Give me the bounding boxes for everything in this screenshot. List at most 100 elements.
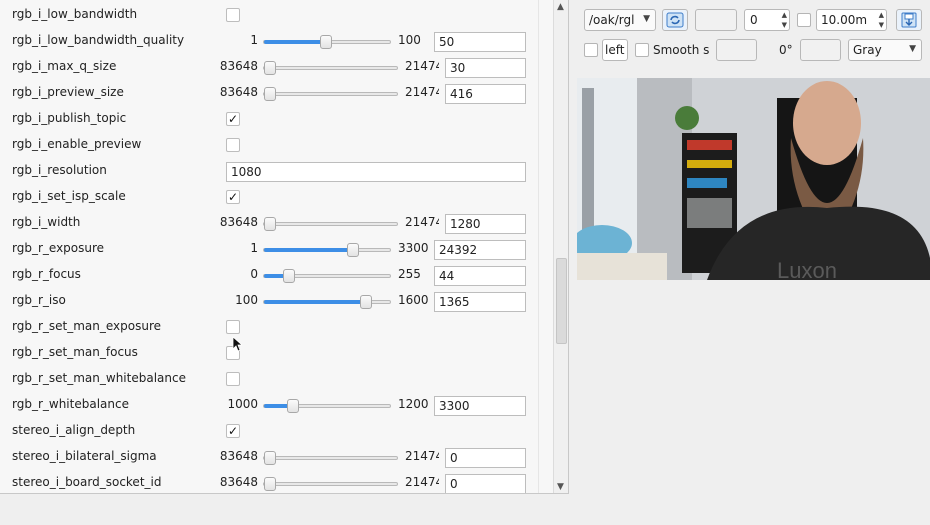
- param-text-input[interactable]: 1080: [226, 162, 526, 182]
- param-checkbox[interactable]: ✓: [226, 112, 240, 126]
- param-slider[interactable]: [263, 399, 391, 413]
- param-row-rgb-r-focus: rgb_r_focus 0 255 44: [0, 263, 540, 289]
- spin-box[interactable]: 0 ▲ ▼: [744, 9, 790, 31]
- param-slider[interactable]: [263, 243, 391, 257]
- param-value-input[interactable]: 50: [434, 32, 526, 52]
- smooth-label: Smooth s: [653, 43, 710, 57]
- blank-field-2[interactable]: [716, 39, 757, 61]
- mouse-cursor-icon: [232, 336, 242, 352]
- timeout-checkbox[interactable]: [797, 13, 811, 27]
- save-button[interactable]: [896, 9, 922, 31]
- slider-handle[interactable]: [264, 451, 276, 465]
- param-value-input[interactable]: 1280: [445, 214, 526, 234]
- param-slider[interactable]: [263, 35, 391, 49]
- scroll-up-icon[interactable]: ▲: [557, 2, 564, 12]
- timeout-value: 10.00m: [821, 13, 868, 27]
- spin-value: 0: [750, 13, 758, 27]
- param-value-input[interactable]: 30: [445, 58, 526, 78]
- slider-max-label: 3300: [398, 241, 429, 255]
- param-value-input[interactable]: 1365: [434, 292, 526, 312]
- slider-handle[interactable]: [264, 477, 276, 491]
- param-name: rgb_r_iso: [12, 293, 66, 307]
- param-name: stereo_i_board_socket_id: [12, 475, 162, 489]
- param-name: rgb_r_set_man_exposure: [12, 319, 162, 333]
- param-value-input[interactable]: 3300: [434, 396, 526, 416]
- slider-max-label: 21474: [405, 215, 439, 229]
- param-value-input[interactable]: 44: [434, 266, 526, 286]
- slider-min-label: 1: [250, 241, 258, 255]
- colormap-combobox[interactable]: Gray ▼: [848, 39, 922, 61]
- slider-min-label: 83648: [219, 215, 258, 229]
- camera-image[interactable]: Luxon: [577, 78, 930, 280]
- spin-arrows-icon[interactable]: ▲ ▼: [782, 10, 787, 30]
- param-name: rgb_r_focus: [12, 267, 81, 281]
- spin-arrows-icon[interactable]: ▲ ▼: [879, 10, 884, 30]
- param-value-input[interactable]: 0: [445, 474, 526, 493]
- save-icon: [901, 12, 917, 28]
- param-slider[interactable]: [263, 217, 398, 231]
- left-label: left: [605, 43, 625, 57]
- slider-handle[interactable]: [319, 35, 332, 49]
- blank-field-3[interactable]: [800, 39, 841, 61]
- param-name: rgb_i_low_bandwidth: [12, 7, 138, 21]
- flip-checkbox[interactable]: [584, 43, 598, 57]
- refresh-button[interactable]: [662, 9, 688, 31]
- timeout-spin-box[interactable]: 10.00m ▲ ▼: [816, 9, 887, 31]
- vertical-scrollbar[interactable]: ▲ ▼: [553, 0, 568, 493]
- param-value-input[interactable]: 416: [445, 84, 526, 104]
- slider-handle[interactable]: [283, 269, 296, 283]
- slider-min-label: 83648: [219, 449, 258, 463]
- param-slider[interactable]: [263, 295, 391, 309]
- topic-combobox[interactable]: /oak/rgl ▼: [584, 9, 656, 31]
- param-name: rgb_i_preview_size: [12, 85, 124, 99]
- slider-min-label: 83648: [219, 85, 258, 99]
- slider-handle[interactable]: [360, 295, 373, 309]
- param-row-rgb-i-width: rgb_i_width 83648 21474 1280: [0, 211, 540, 237]
- slider-min-label: 100: [235, 293, 258, 307]
- slider-max-label: 21474: [405, 449, 439, 463]
- scrollbar-thumb[interactable]: [556, 258, 567, 344]
- param-slider[interactable]: [263, 87, 398, 101]
- param-checkbox[interactable]: ✓: [226, 424, 240, 438]
- param-row-rgb-i-low-bandwidth: rgb_i_low_bandwidth: [0, 3, 540, 29]
- slider-fill: [264, 300, 367, 304]
- slider-handle[interactable]: [264, 61, 276, 75]
- slider-handle[interactable]: [347, 243, 360, 257]
- param-checkbox[interactable]: [226, 320, 240, 334]
- slider-handle[interactable]: [264, 217, 276, 231]
- param-name: stereo_i_align_depth: [12, 423, 136, 437]
- chevron-down-icon: ▼: [909, 44, 916, 54]
- param-name: rgb_i_max_q_size: [12, 59, 117, 73]
- slider-max-label: 21474: [405, 85, 439, 99]
- param-row-stereo-i-align-depth: stereo_i_align_depth ✓: [0, 419, 540, 445]
- param-name: rgb_i_resolution: [12, 163, 107, 177]
- param-checkbox[interactable]: [226, 138, 240, 152]
- param-row-rgb-r-set-man-exposure: rgb_r_set_man_exposure: [0, 315, 540, 341]
- slider-min-label: 1: [250, 33, 258, 47]
- blank-field[interactable]: [695, 9, 737, 31]
- param-row-stereo-i-bilateral-sigma: stereo_i_bilateral_sigma 83648 21474 0: [0, 445, 540, 471]
- param-name: rgb_i_publish_topic: [12, 111, 127, 125]
- param-checkbox[interactable]: ✓: [226, 190, 240, 204]
- rotate-field[interactable]: left: [602, 39, 628, 61]
- smooth-checkbox[interactable]: [635, 43, 649, 57]
- scroll-down-icon[interactable]: ▼: [557, 482, 564, 492]
- param-checkbox[interactable]: [226, 8, 240, 22]
- slider-handle[interactable]: [286, 399, 299, 413]
- param-slider[interactable]: [263, 477, 398, 491]
- slider-max-label: 255: [398, 267, 421, 281]
- param-slider[interactable]: [263, 61, 398, 75]
- param-slider[interactable]: [263, 451, 398, 465]
- param-value-input[interactable]: 24392: [434, 240, 526, 260]
- param-value-input[interactable]: 0: [445, 448, 526, 468]
- param-name: rgb_r_set_man_focus: [12, 345, 138, 359]
- param-checkbox[interactable]: [226, 372, 240, 386]
- param-name: rgb_i_set_isp_scale: [12, 189, 126, 203]
- param-slider[interactable]: [263, 269, 391, 283]
- param-row-rgb-r-iso: rgb_r_iso 100 1600 1365: [0, 289, 540, 315]
- slider-handle[interactable]: [264, 87, 276, 101]
- rotation-label: 0°: [779, 43, 793, 57]
- slider-min-label: 0: [250, 267, 258, 281]
- param-name: rgb_i_enable_preview: [12, 137, 142, 151]
- slider-min-label: 83648: [219, 59, 258, 73]
